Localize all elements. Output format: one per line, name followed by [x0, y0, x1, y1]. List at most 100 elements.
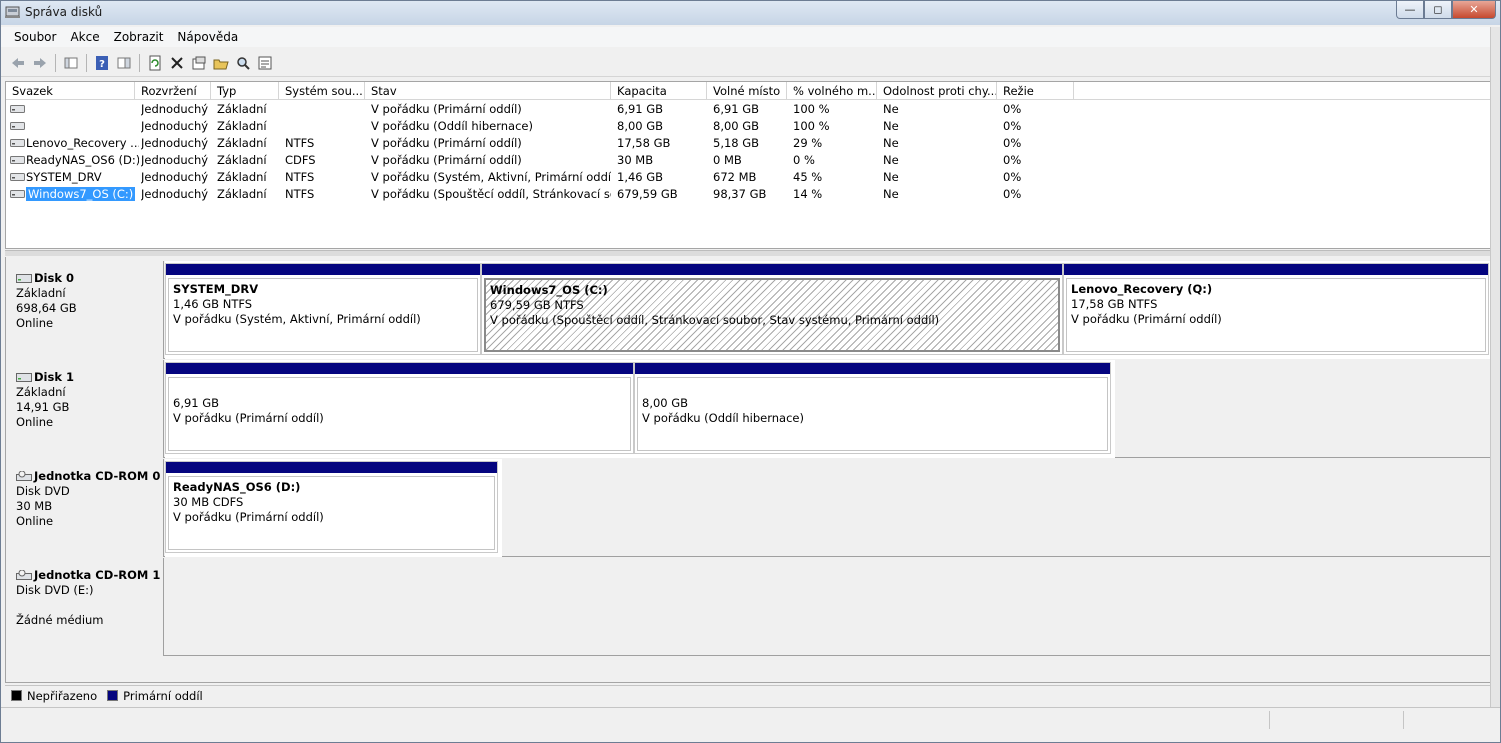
disk-label[interactable]: Disk 1 Základní 14,91 GB Online — [6, 360, 164, 458]
menu-help[interactable]: Nápověda — [170, 30, 245, 44]
toolbar-separator — [55, 53, 56, 72]
disk-status: Žádné médium — [16, 613, 104, 627]
selected-volume-name: Windows7_OS (C:) — [26, 187, 136, 201]
console-tree-button[interactable] — [60, 53, 82, 73]
maximize-button[interactable]: ◻ — [1424, 1, 1452, 19]
column-header-filesystem[interactable]: Systém sou... — [279, 82, 365, 100]
cell-free-space: 8,00 GB — [713, 119, 760, 133]
title-bar[interactable]: Správa disků — ◻ ✕ — [1, 1, 1500, 25]
disk-label[interactable]: Disk 0 Základní 698,64 GB Online — [6, 261, 164, 359]
maximize-icon: ◻ — [1433, 3, 1443, 16]
disk-name-line: Disk 0 — [16, 271, 163, 286]
column-header-layout[interactable]: Rozvržení — [135, 82, 211, 100]
cell-fault-tolerance: Ne — [883, 170, 899, 184]
search-button[interactable] — [232, 53, 254, 73]
disk-label[interactable]: Jednotka CD-ROM 1 Disk DVD (E:) Žádné mé… — [6, 558, 164, 656]
partition-body: ReadyNAS_OS6 (D:) 30 MB CDFS V pořádku (… — [168, 476, 495, 550]
table-row[interactable]: Lenovo_Recovery ... Jednoduchý Základní NTF… — [6, 135, 1490, 152]
refresh-icon — [149, 55, 161, 70]
partition-name — [173, 381, 626, 396]
cell-volume: Lenovo_Recovery ... — [26, 136, 139, 150]
partition-body-selected: Windows7_OS (C:) 679,59 GB NTFS V pořádk… — [484, 278, 1060, 352]
toolbar-separator — [139, 53, 140, 72]
partition-info: 6,91 GB — [173, 396, 220, 410]
cell-overhead: 0% — [1003, 119, 1022, 133]
partition[interactable]: SYSTEM_DRV 1,46 GB NTFS V pořádku (Systé… — [165, 263, 481, 355]
column-header-status[interactable]: Stav — [365, 82, 611, 100]
back-button[interactable] — [7, 53, 29, 73]
column-header-percent-free[interactable]: % volného m... — [787, 82, 877, 100]
partition-type-bar — [166, 462, 497, 474]
partition-body: Lenovo_Recovery (Q:) 17,58 GB NTFS V poř… — [1066, 278, 1486, 352]
properties-pane-icon — [117, 57, 131, 68]
vertical-scrollbar[interactable] — [1490, 27, 1500, 707]
cell-type: Základní — [217, 136, 267, 150]
table-row[interactable]: ReadyNAS_OS6 (D:) Jednoduchý Základní CDFS V… — [6, 152, 1490, 169]
open-folder-button[interactable] — [210, 53, 232, 73]
menu-file[interactable]: Soubor — [7, 30, 63, 44]
table-row[interactable]: SYSTEM_DRV Jednoduchý Základní NTFS V pořádk… — [6, 169, 1490, 186]
export-button[interactable] — [254, 53, 276, 73]
partition[interactable]: Lenovo_Recovery (Q:) 17,58 GB NTFS V poř… — [1063, 263, 1489, 355]
cell-volume: SYSTEM_DRV — [26, 170, 102, 184]
cell-capacity: 1,46 GB — [617, 170, 664, 184]
disk-size: 30 MB — [16, 499, 53, 513]
cell-overhead: 0% — [1003, 170, 1022, 184]
volume-icon — [10, 190, 25, 198]
disk-size — [16, 598, 163, 613]
partition-status: V pořádku (Primární oddíl) — [173, 411, 324, 425]
help-icon: ? — [96, 55, 108, 70]
partition[interactable]: 8,00 GB V pořádku (Oddíl hibernace) — [634, 362, 1111, 454]
delete-button[interactable] — [166, 53, 188, 73]
refresh-button[interactable] — [144, 53, 166, 73]
console-tree-icon — [64, 57, 78, 68]
partition[interactable]: Windows7_OS (C:) 679,59 GB NTFS V pořádk… — [481, 263, 1063, 355]
cell-percent-free: 0 % — [793, 153, 815, 167]
column-header-free-space[interactable]: Volné místo — [707, 82, 787, 100]
partition-status: V pořádku (Oddíl hibernace) — [642, 411, 804, 425]
partition[interactable]: ReadyNAS_OS6 (D:) 30 MB CDFS V pořádku (… — [165, 461, 498, 553]
disk-name: Disk 0 — [34, 271, 74, 285]
partition-info: 30 MB CDFS — [173, 495, 244, 509]
partition[interactable]: 6,91 GB V pořádku (Primární oddíl) — [165, 362, 634, 454]
cd-rom-icon — [16, 570, 32, 580]
partition-type-bar — [482, 264, 1062, 276]
forward-button[interactable] — [29, 53, 51, 73]
export-icon — [258, 56, 272, 69]
cell-free-space: 98,37 GB — [713, 187, 767, 201]
table-row[interactable]: Windows7_OS (C:) Jednoduchý Základní NTFS V … — [6, 186, 1490, 203]
cell-free-space: 6,91 GB — [713, 102, 760, 116]
cell-percent-free: 29 % — [793, 136, 823, 150]
column-header-fault-tolerance[interactable]: Odolnost proti chy... — [877, 82, 997, 100]
disk-management-window: Správa disků — ◻ ✕ Soubor Akce Zobrazit … — [0, 0, 1501, 743]
column-header-type[interactable]: Typ — [211, 82, 279, 100]
disk-status: Online — [16, 415, 54, 429]
partition-type-bar — [166, 264, 480, 276]
hard-disk-icon — [16, 373, 32, 382]
partition-type-bar — [1064, 264, 1488, 276]
column-header-capacity[interactable]: Kapacita — [611, 82, 707, 100]
partition-type-bar — [635, 363, 1110, 375]
cell-status: V pořádku (Oddíl hibernace) — [371, 119, 533, 133]
splitter[interactable] — [5, 250, 1491, 256]
legend-item: Primární oddíl — [107, 689, 203, 703]
properties-pane-button[interactable] — [113, 53, 135, 73]
toolbar: ? — [1, 49, 1500, 77]
close-button[interactable]: ✕ — [1452, 1, 1496, 19]
table-row[interactable]: Jednoduchý Základní V pořádku (Primární od… — [6, 101, 1490, 118]
properties-button[interactable] — [188, 53, 210, 73]
table-row[interactable]: Jednoduchý Základní V pořádku (Oddíl hiber… — [6, 118, 1490, 135]
cell-layout: Jednoduchý — [141, 187, 209, 201]
cd-rom-icon — [16, 471, 32, 481]
cell-fault-tolerance: Ne — [883, 119, 899, 133]
help-button[interactable]: ? — [91, 53, 113, 73]
disk-label[interactable]: Jednotka CD-ROM 0 Disk DVD 30 MB Online — [6, 459, 164, 557]
column-header-volume[interactable]: Svazek — [6, 82, 135, 100]
minimize-button[interactable]: — — [1396, 1, 1424, 19]
menu-view[interactable]: Zobrazit — [107, 30, 171, 44]
column-header-overhead[interactable]: Režie — [997, 82, 1074, 100]
disk-size: 14,91 GB — [16, 400, 70, 414]
cell-capacity: 17,58 GB — [617, 136, 671, 150]
volume-list: Svazek Rozvržení Typ Systém sou... Stav … — [5, 81, 1491, 249]
menu-action[interactable]: Akce — [63, 30, 106, 44]
